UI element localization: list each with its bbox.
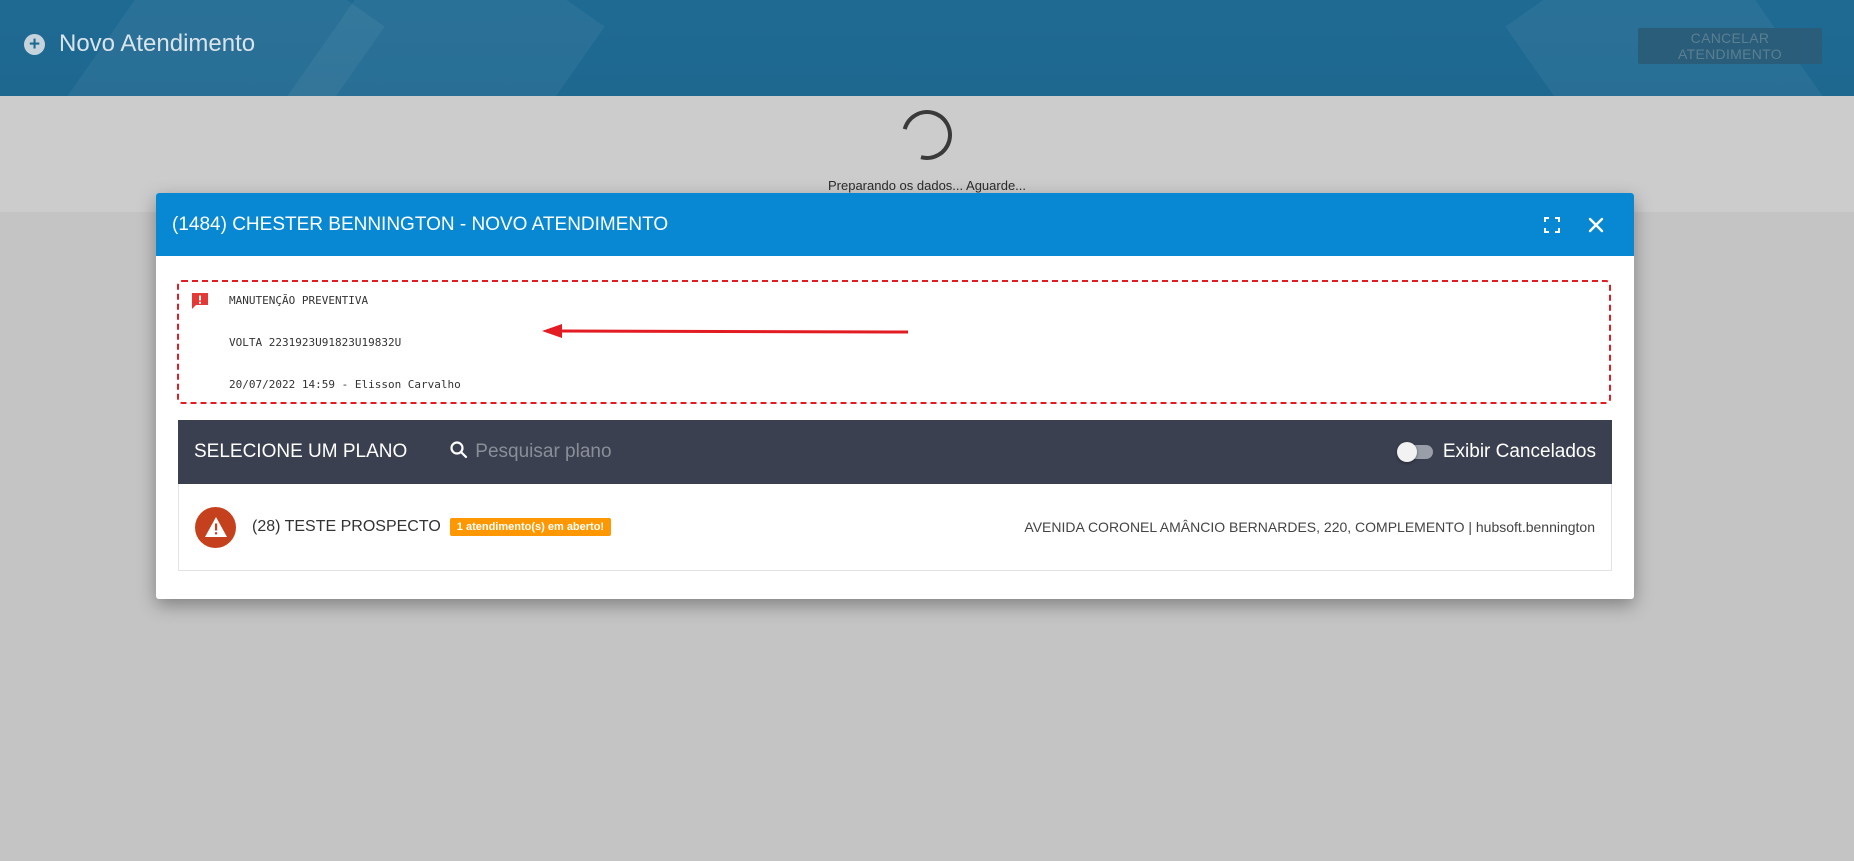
page-title-text: Novo Atendimento	[59, 30, 256, 57]
page-title: + Novo Atendimento	[24, 30, 255, 58]
close-icon[interactable]	[1574, 203, 1618, 247]
note-line: VOLTA 2231923U91823U19832U	[229, 336, 402, 349]
new-attendance-dialog: (1484) CHESTER BENNINGTON - NOVO ATENDIM…	[156, 193, 1634, 599]
loading-text: Preparando os dados... Aguarde...	[827, 178, 1027, 193]
plan-selection-title: SELECIONE UM PLANO	[194, 441, 408, 462]
toggle-switch[interactable]	[1396, 442, 1433, 462]
annotation-arrow	[542, 324, 909, 338]
customer-note: MANUTENÇÃO PREVENTIVA VOLTA 2231923U9182…	[177, 280, 1611, 404]
plus-circle-icon: +	[24, 33, 45, 55]
dialog-title: (1484) CHESTER BENNINGTON - NOVO ATENDIM…	[172, 213, 669, 235]
plan-list-item[interactable]: (28) TESTE PROSPECTO 1 atendimento(s) em…	[178, 484, 1612, 571]
open-attendance-badge: 1 atendimento(s) em aberto!	[449, 518, 612, 536]
note-text: MANUTENÇÃO PREVENTIVA VOLTA 2231923U9182…	[229, 294, 461, 420]
warning-icon	[195, 506, 236, 548]
dialog-header: (1484) CHESTER BENNINGTON - NOVO ATENDIM…	[156, 193, 1634, 256]
fullscreen-icon[interactable]	[1530, 203, 1574, 247]
plan-address: AVENIDA CORONEL AMÂNCIO BERNARDES, 220, …	[1024, 519, 1595, 535]
toggle-knob	[1396, 442, 1417, 462]
comment-alert-icon	[191, 292, 209, 310]
note-line: MANUTENÇÃO PREVENTIVA	[229, 294, 369, 307]
app-header: + Novo Atendimento CANCELAR ATENDIMENTO	[0, 0, 1854, 96]
plan-search	[449, 440, 1399, 465]
plan-selection-bar: SELECIONE UM PLANO Exibir Cancelados	[178, 420, 1612, 484]
show-cancelled-toggle[interactable]: Exibir Cancelados	[1396, 441, 1596, 463]
note-line: 20/07/2022 14:59 - Elisson Carvalho	[229, 378, 461, 391]
search-icon	[449, 440, 469, 465]
toggle-label: Exibir Cancelados	[1442, 441, 1596, 462]
cancel-attendance-button[interactable]: CANCELAR ATENDIMENTO	[1638, 28, 1822, 64]
plan-search-input[interactable]	[473, 440, 874, 464]
plan-name: (28) TESTE PROSPECTO	[252, 518, 441, 535]
loading-spinner	[892, 100, 962, 170]
